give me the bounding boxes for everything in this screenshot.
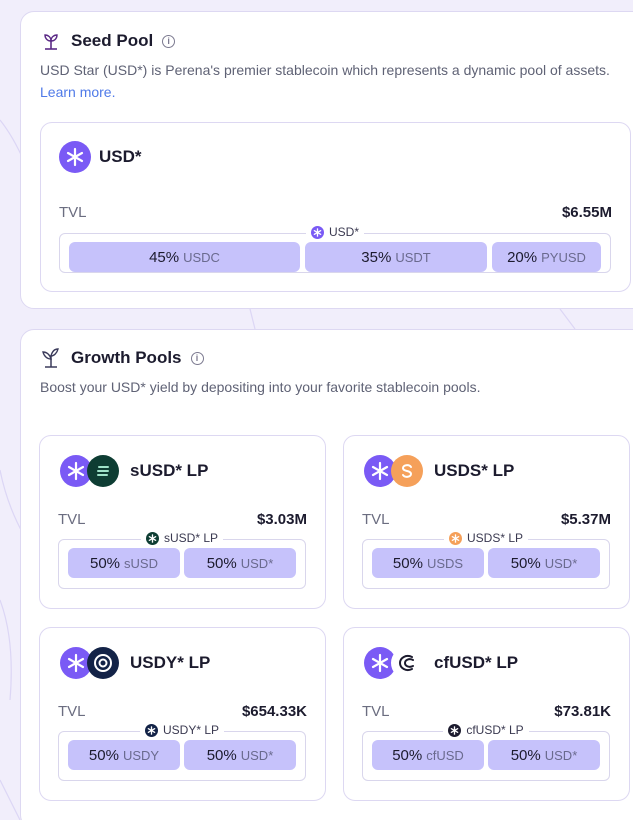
cfusd-icon xyxy=(448,723,462,737)
allocation-segment-pyusd[interactable]: 20% PYUSD xyxy=(492,242,601,272)
pool-name: USD* xyxy=(99,147,142,166)
usd-star-icon xyxy=(310,225,324,239)
usds-icon xyxy=(448,531,462,545)
tvl-value: $73.81K xyxy=(554,703,611,720)
legend-label: USDY* LP xyxy=(162,723,220,737)
pool-name: sUSD* LP xyxy=(130,461,209,480)
usd-star-icon xyxy=(59,141,91,173)
allocation-bar: USDS* LP 50% USDS 50% USD* xyxy=(362,531,610,589)
segment-symbol: USD* xyxy=(544,747,578,763)
tvl-label: TVL xyxy=(59,204,87,221)
allocation-legend: USD* xyxy=(305,225,364,239)
allocation-segment-usdc[interactable]: 45% USDC xyxy=(69,242,300,272)
tvl-value: $5.37M xyxy=(560,511,611,528)
segment-percent: 50% xyxy=(392,746,423,764)
description-text: USD Star (USD*) is Perena's premier stab… xyxy=(40,62,610,78)
pool-card-usds[interactable]: USDS* LP TVL $5.37M USDS* LP 50% USDS 50… xyxy=(343,435,630,609)
segment-percent: 50% xyxy=(206,746,237,764)
usdy-icon xyxy=(87,647,119,679)
segment-percent: 50% xyxy=(510,554,541,572)
seed-pool-header: Seed Pool i xyxy=(40,30,176,52)
segment-symbol: cfUSD xyxy=(426,747,464,763)
susd-icon xyxy=(145,531,159,545)
allocation-segment-usd-star[interactable]: 50% USD* xyxy=(184,740,296,770)
tvl-label: TVL xyxy=(362,511,390,528)
allocation-segment-usd-star[interactable]: 50% USD* xyxy=(488,740,600,770)
segment-percent: 50% xyxy=(88,746,119,764)
pool-card-cfusd[interactable]: cfUSD* LP TVL $73.81K cfUSD* LP 50% cfUS… xyxy=(343,627,630,801)
segment-percent: 50% xyxy=(510,746,541,764)
segment-symbol: USDT xyxy=(395,249,431,265)
legend-label: USDS* LP xyxy=(466,531,524,545)
susd-icon xyxy=(87,455,119,487)
segment-percent: 50% xyxy=(392,554,423,572)
segment-percent: 45% xyxy=(149,248,180,266)
allocation-legend: USDS* LP xyxy=(443,531,529,545)
allocation-segment-usdy[interactable]: 50% USDY xyxy=(68,740,180,770)
segment-percent: 50% xyxy=(90,554,121,572)
segment-percent: 50% xyxy=(206,554,237,572)
tvl-label: TVL xyxy=(58,703,86,720)
segment-symbol: sUSD xyxy=(124,555,158,571)
segment-symbol: USDC xyxy=(183,249,220,265)
segment-symbol: USD* xyxy=(240,747,274,763)
segment-symbol: USDS xyxy=(426,555,464,571)
pool-name: USDS* LP xyxy=(434,461,515,480)
pool-name: USDY* LP xyxy=(130,653,211,672)
learn-more-link[interactable]: Learn more. xyxy=(40,84,115,100)
allocation-bar: sUSD* LP 50% sUSD 50% USD* xyxy=(58,531,306,589)
tvl-value: $6.55M xyxy=(561,204,612,221)
allocation-legend: cfUSD* LP xyxy=(443,723,529,737)
usds-icon xyxy=(391,455,423,487)
allocation-legend: USDY* LP xyxy=(139,723,225,737)
section-description: Boost your USD* yield by depositing into… xyxy=(40,379,481,395)
tvl-value: $3.03M xyxy=(256,511,307,528)
allocation-segment-susd[interactable]: 50% sUSD xyxy=(68,548,180,578)
segment-symbol: USDY xyxy=(122,747,160,763)
section-description: USD Star (USD*) is Perena's premier stab… xyxy=(40,59,633,103)
pool-card-usdy[interactable]: USDY* LP TVL $654.33K USDY* LP 50% USDY … xyxy=(39,627,326,801)
usd-star-pool-card[interactable]: USD* TVL $6.55M USD* 45% USDC 35% USDT 2… xyxy=(40,122,631,292)
pool-name: cfUSD* LP xyxy=(434,653,519,672)
growth-pools-card: Growth Pools i Boost your USD* yield by … xyxy=(20,329,633,820)
allocation-legend: sUSD* LP xyxy=(140,531,224,545)
segment-percent: 20% xyxy=(507,248,538,266)
seed-pool-card: Seed Pool i USD Star (USD*) is Perena's … xyxy=(20,11,633,309)
growth-pools-header: Growth Pools i xyxy=(40,347,204,369)
plant-icon xyxy=(40,347,62,369)
pool-card-susd[interactable]: sUSD* LP TVL $3.03M sUSD* LP 50% sUSD 50… xyxy=(39,435,326,609)
sprout-icon xyxy=(40,30,62,52)
tvl-label: TVL xyxy=(362,703,390,720)
allocation-segment-usds[interactable]: 50% USDS xyxy=(372,548,484,578)
legend-label: USD* xyxy=(328,225,359,239)
section-title: Growth Pools xyxy=(71,348,182,367)
segment-percent: 35% xyxy=(361,248,392,266)
allocation-segment-cfusd[interactable]: 50% cfUSD xyxy=(372,740,484,770)
legend-label: cfUSD* LP xyxy=(466,723,524,737)
info-icon[interactable]: i xyxy=(162,34,176,48)
legend-label: sUSD* LP xyxy=(163,531,219,545)
allocation-segment-usd-star[interactable]: 50% USD* xyxy=(488,548,600,578)
allocation-bar: USDY* LP 50% USDY 50% USD* xyxy=(58,723,306,781)
segment-symbol: USD* xyxy=(240,555,274,571)
segment-symbol: USD* xyxy=(544,555,578,571)
cfusd-icon xyxy=(391,647,423,679)
allocation-bar: USD* 45% USDC 35% USDT 20% PYUSD xyxy=(59,225,611,273)
usdy-icon xyxy=(144,723,158,737)
allocation-segment-usd-star[interactable]: 50% USD* xyxy=(184,548,296,578)
tvl-value: $654.33K xyxy=(241,703,307,720)
info-icon[interactable]: i xyxy=(190,351,204,365)
allocation-bar: cfUSD* LP 50% cfUSD 50% USD* xyxy=(362,723,610,781)
segment-symbol: PYUSD xyxy=(541,249,586,265)
tvl-label: TVL xyxy=(58,511,86,528)
allocation-segment-usdt[interactable]: 35% USDT xyxy=(305,242,487,272)
section-title: Seed Pool xyxy=(71,31,154,50)
